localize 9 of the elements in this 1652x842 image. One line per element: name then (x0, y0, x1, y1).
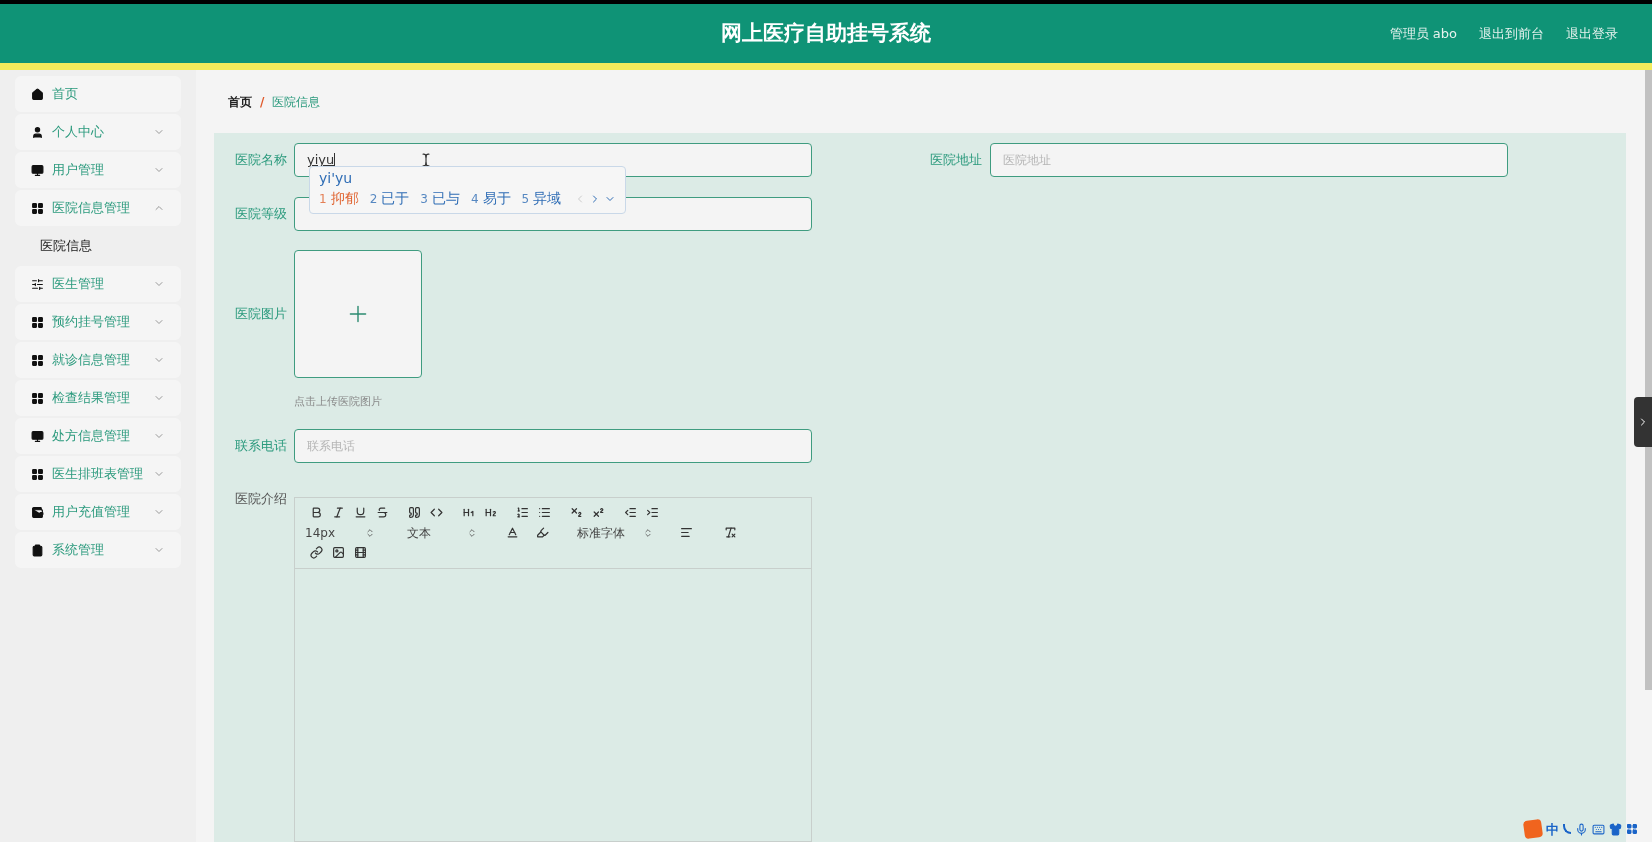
field-label: 医院名称 (234, 151, 288, 170)
upload-hint: 点击上传医院图片 (294, 394, 383, 410)
field-label: 医院等级 (234, 205, 288, 224)
field-label: 联系电话 (234, 436, 288, 455)
breadcrumb-separator: / (260, 93, 265, 111)
app-title: 网上医疗自助挂号系统 (721, 19, 931, 47)
field-label: 医院地址 (930, 151, 983, 170)
field-label: 医院介绍 (234, 489, 288, 508)
field-label: 医院图片 (234, 305, 288, 324)
